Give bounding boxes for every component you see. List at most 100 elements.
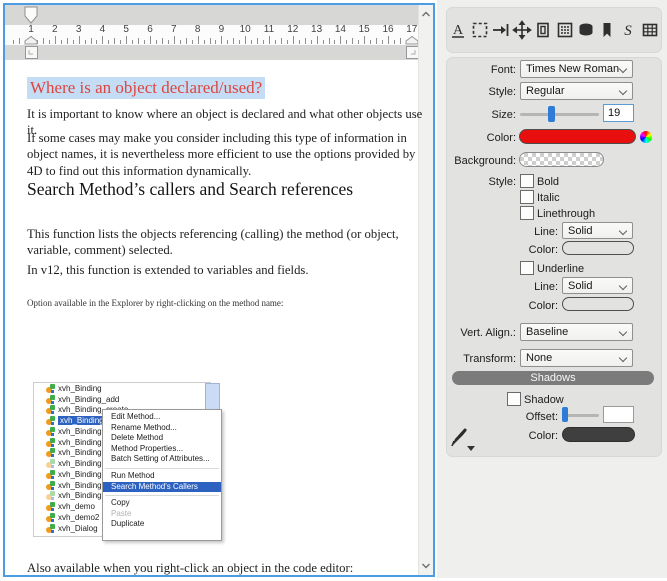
context-menu-item[interactable]: Edit Method... [103,412,221,423]
ruler-number: 2 [52,24,58,35]
context-menu-item[interactable]: Method Properties... [103,444,221,455]
context-menu-item[interactable]: Run Method [103,471,221,482]
svg-text:S: S [625,23,633,39]
offset-label: Offset: [446,411,558,423]
method-icon [46,513,55,522]
frame-icon[interactable] [533,20,553,40]
ruler-number: 13 [311,24,322,35]
ruler-ticks [5,36,419,44]
document-editing-area[interactable]: 1234567891011121314151617 [3,3,435,577]
method-list-item[interactable]: xvh_Binding_add [34,394,211,405]
bold-checkbox[interactable] [520,174,534,188]
color-wheel-icon[interactable] [640,131,652,143]
vert-align-label: Vert. Align.: [446,327,516,339]
left-indent-marker[interactable] [25,46,38,59]
right-indent-marker-arrow[interactable] [405,36,419,45]
size-slider-thumb[interactable] [548,106,555,122]
shadows-section-header[interactable]: Shadows [452,371,654,385]
style-s-icon[interactable]: S [618,20,638,40]
background-color-swatch[interactable] [519,152,604,167]
font-select[interactable]: Times New Roman [520,60,633,78]
pen-tool-icon[interactable] [449,426,471,448]
shadow-checkbox-label: Shadow [524,394,564,406]
table-icon[interactable] [640,20,660,40]
underline-checkbox[interactable] [520,261,534,275]
font-label: Font: [446,64,516,76]
method-icon [46,470,55,479]
chevron-up-icon [421,11,431,18]
ruler-number: 6 [147,24,153,35]
menu-separator [105,492,219,496]
context-menu-item[interactable]: Duplicate [103,519,221,530]
ruler-number: 10 [240,24,251,35]
context-menu-item[interactable]: Copy [103,498,221,509]
embedded-explorer-screenshot: xvh_Binding xvh_Binding_add xvh_Binding_… [33,382,221,539]
pattern-fill-icon[interactable] [555,20,575,40]
wp-4d-write-window: 1234567891011121314151617 [0,0,667,581]
size-slider-track[interactable] [520,113,599,116]
method-list-item[interactable]: xvh_Binding [34,383,211,394]
doc-note: Option available in the Explorer by righ… [27,298,283,308]
context-menu-item[interactable]: Rename Method... [103,423,221,434]
context-menu-item[interactable]: Batch Setting of Attributes... [103,454,221,465]
shadow-color-swatch[interactable] [562,427,635,442]
method-icon [46,524,55,533]
svg-text:A: A [453,23,464,38]
chevron-down-icon [421,562,431,569]
offset-slider-thumb[interactable] [562,407,568,422]
move-icon[interactable] [512,20,532,40]
linethrough-line-label: Line: [446,226,558,238]
doc-paragraph-4: In v12, this function is extended to var… [27,262,423,278]
scroll-down-button[interactable] [420,558,432,572]
method-icon [46,448,55,457]
ruler-bottom-strip [5,45,419,60]
method-icon [46,384,55,393]
underline-line-label: Line: [446,281,558,293]
linethrough-color-swatch[interactable] [562,241,634,255]
method-icon [46,481,55,490]
underline-color-swatch[interactable] [562,297,634,311]
ruler-number: 16 [382,24,393,35]
context-menu-item[interactable]: Search Method's Callers [103,482,221,493]
shadow-checkbox[interactable] [507,392,521,406]
color-label: Color: [446,132,516,144]
tab-stop-icon[interactable] [491,20,511,40]
method-icon [46,405,55,414]
database-icon[interactable] [576,20,596,40]
menu-separator [105,465,219,469]
linethrough-checkbox[interactable] [520,206,534,220]
underline-line-select[interactable]: Solid [562,277,633,294]
linethrough-line-select[interactable]: Solid [562,222,633,239]
ruler-number: 8 [195,24,201,35]
ruler-number: 17 [406,24,417,35]
context-menu-item[interactable]: Paste [103,509,221,520]
doc-paragraph-3: This function lists the objects referenc… [27,226,423,259]
size-input[interactable]: 19 [603,104,634,122]
background-label: Background: [446,155,516,167]
offset-input[interactable] [603,406,634,423]
transform-label: Transform: [446,353,516,365]
selection-icon[interactable] [470,20,490,40]
scroll-up-button[interactable] [420,7,432,21]
context-menu-item[interactable]: Delete Method [103,433,221,444]
method-icon [46,491,55,500]
document-vertical-scrollbar[interactable] [418,5,433,575]
ruler-number: 5 [123,24,129,35]
underline-color-label: Color: [446,300,558,312]
ruler-number: 7 [171,24,177,35]
pen-tool-dropdown-caret[interactable] [467,446,475,451]
ruler-number: 4 [100,24,106,35]
bookmark-icon[interactable] [597,20,617,40]
transform-select[interactable]: None [520,349,633,367]
vert-align-select[interactable]: Baseline [520,323,633,341]
italic-checkbox[interactable] [520,190,534,204]
text-color-swatch[interactable] [519,129,636,144]
method-icon [46,427,55,436]
method-icon [46,459,55,468]
char-underline-icon[interactable]: A [448,20,468,40]
hanging-indent-marker[interactable] [24,36,38,45]
first-line-indent-marker[interactable] [24,6,38,24]
linethrough-color-label: Color: [446,244,558,256]
style-select[interactable]: Regular [520,82,633,100]
linethrough-checkbox-label: Linethrough [537,208,595,220]
